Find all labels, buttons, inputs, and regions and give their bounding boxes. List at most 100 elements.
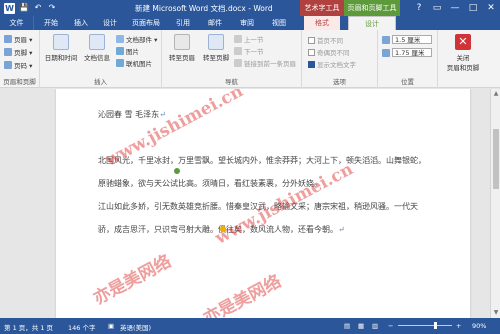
group-position: 1.5 厘米 1.75 厘米 位置 xyxy=(378,30,438,88)
tab-format[interactable]: 格式 xyxy=(304,16,340,30)
group-label-header-footer: 页眉和页脚 xyxy=(3,78,36,86)
picture-icon xyxy=(116,47,124,55)
tab-references[interactable]: 引用 xyxy=(168,16,198,30)
group-insert: 日期和时间 文档信息 文档部件 ▾ 图片 联机图片 插入 xyxy=(40,30,162,88)
poem-line-1[interactable]: 北国风光，千里冰封，万里雪飘。望长城内外，惟余莽莽；大河上下，顿失滔滔。山舞银蛇… xyxy=(98,155,426,166)
header-position-field[interactable]: 1.5 厘米 xyxy=(382,35,432,44)
tab-page-layout[interactable]: 页面布局 xyxy=(126,16,166,30)
title-bar: W 💾 ↶ ↷ 新建 Microsoft Word 文档.docx - Word… xyxy=(0,0,500,16)
page-number-icon xyxy=(4,61,12,69)
ribbon-display-button[interactable]: ▭ xyxy=(428,0,446,16)
different-first-page-checkbox[interactable]: 首页不同 xyxy=(308,35,343,45)
link-to-previous-button[interactable]: 链接到前一条页眉 xyxy=(234,58,296,68)
goto-footer-button[interactable]: 转至页脚 xyxy=(200,34,232,62)
group-label-navigation: 导航 xyxy=(225,78,238,86)
link-icon xyxy=(234,59,242,67)
previous-icon xyxy=(234,35,242,43)
goto-footer-icon xyxy=(208,34,224,50)
web-layout-icon[interactable]: ▥ xyxy=(372,322,378,330)
zoom-in-icon[interactable]: + xyxy=(456,322,461,330)
paragraph-mark: ↵ xyxy=(338,225,345,234)
header-dropdown[interactable]: 页眉 ▾ xyxy=(4,34,32,44)
group-label-insert: 插入 xyxy=(94,78,107,86)
group-options: 首页不同 奇偶页不同 显示文档文字 选项 xyxy=(302,30,378,88)
maximize-button[interactable]: □ xyxy=(464,0,482,16)
footer-dropdown[interactable]: 页脚 ▾ xyxy=(4,47,32,57)
header-position-icon xyxy=(382,35,390,44)
previous-section-button[interactable]: 上一节 xyxy=(234,34,264,44)
tab-home[interactable]: 开始 xyxy=(36,16,66,30)
online-picture-icon xyxy=(116,59,124,67)
paragraph-mark: ↵ xyxy=(159,110,166,119)
scroll-thumb[interactable] xyxy=(493,129,499,189)
wordart-rotate-handle[interactable] xyxy=(174,168,180,174)
page-number-dropdown[interactable]: 页码 ▾ xyxy=(4,60,32,70)
poem-line-2[interactable]: 原驰蜡象，欲与天公试比高。须晴日，看红装素裹，分外妖娆。 xyxy=(98,178,322,189)
datetime-button[interactable]: 日期和时间 xyxy=(44,34,78,62)
tab-file[interactable]: 文件 xyxy=(0,16,34,30)
zoom-slider[interactable] xyxy=(398,325,452,326)
window-title: 新建 Microsoft Word 文档.docx - Word xyxy=(135,4,273,13)
group-navigation: 转至页眉 转至页脚 上一节 下一节 链接到前一条页眉 导航 xyxy=(162,30,302,88)
header-position-input[interactable]: 1.5 厘米 xyxy=(392,35,432,44)
undo-icon[interactable]: ↶ xyxy=(33,3,43,13)
tab-insert[interactable]: 插入 xyxy=(66,16,96,30)
status-bar: 第 1 页，共 1 页 146 个字 ▣ 英语(美国) ▤ ▦ ▥ − + 90… xyxy=(0,318,500,334)
goto-header-button[interactable]: 转至页眉 xyxy=(166,34,198,62)
close-header-footer-button[interactable]: ✕ 关闭 页眉和页脚 xyxy=(440,34,486,72)
docinfo-button[interactable]: 文档信息 xyxy=(82,34,112,62)
doc-parts-dropdown[interactable]: 文档部件 ▾ xyxy=(116,34,157,44)
ribbon-tab-row: 文件 开始 插入 设计 页面布局 引用 邮件 审阅 视图 格式 设计 xyxy=(0,16,500,30)
group-label-position: 位置 xyxy=(401,78,414,86)
page-count[interactable]: 第 1 页，共 1 页 xyxy=(4,322,53,332)
online-pictures-button[interactable]: 联机图片 xyxy=(116,58,152,68)
zoom-slider-knob[interactable] xyxy=(434,322,437,329)
group-label-options: 选项 xyxy=(333,78,346,86)
show-document-text-checkbox[interactable]: 显示文档文字 xyxy=(308,59,356,69)
print-layout-icon[interactable]: ▦ xyxy=(358,322,364,330)
header-icon xyxy=(4,35,12,43)
ribbon: 页眉 ▾ 页脚 ▾ 页码 ▾ 页眉和页脚 日期和时间 文档信息 文档部件 ▾ 图… xyxy=(0,30,500,88)
footer-position-icon xyxy=(382,48,390,57)
document-area[interactable]: 沁园春 雪 毛泽东↵ 北国风光，千里冰封，万里雪飘。望长城内外，惟余莽莽；大河上… xyxy=(0,89,490,318)
save-icon[interactable]: 💾 xyxy=(19,3,29,13)
tab-header-footer-design[interactable]: 设计 xyxy=(348,16,396,30)
checkbox-box xyxy=(308,60,315,68)
group-header-footer: 页眉 ▾ 页脚 ▾ 页码 ▾ 页眉和页脚 xyxy=(0,30,40,88)
quick-access-toolbar: W 💾 ↶ ↷ xyxy=(4,3,57,14)
group-close: ✕ 关闭 页眉和页脚 xyxy=(438,30,488,88)
different-odd-even-checkbox[interactable]: 奇偶页不同 xyxy=(308,47,350,57)
poem-title-line[interactable]: 沁园春 雪 毛泽东↵ xyxy=(98,109,166,120)
scroll-up-icon[interactable]: ▲ xyxy=(491,89,500,99)
minimize-button[interactable]: — xyxy=(446,0,464,16)
read-mode-icon[interactable]: ▤ xyxy=(344,322,350,330)
pictures-button[interactable]: 图片 xyxy=(116,46,139,56)
doc-parts-icon xyxy=(116,35,124,43)
footer-icon xyxy=(4,48,12,56)
footer-position-field[interactable]: 1.75 厘米 xyxy=(382,48,432,57)
document-info-icon xyxy=(89,34,105,50)
tab-design[interactable]: 设计 xyxy=(96,16,124,30)
header-footer-tools-context-label: 页眉和页脚工具 xyxy=(344,0,400,16)
footer-position-input[interactable]: 1.75 厘米 xyxy=(392,48,432,57)
proofing-icon[interactable]: ▣ xyxy=(108,322,114,330)
language-indicator[interactable]: 英语(美国) xyxy=(120,322,151,332)
vertical-scrollbar[interactable]: ▲ ▼ xyxy=(490,89,500,318)
checkbox-box xyxy=(308,36,315,44)
goto-header-icon xyxy=(174,34,190,50)
next-section-button[interactable]: 下一节 xyxy=(234,46,264,56)
tab-mailings[interactable]: 邮件 xyxy=(200,16,230,30)
zoom-level[interactable]: 90% xyxy=(472,322,486,330)
zoom-out-icon[interactable]: − xyxy=(388,322,393,330)
word-app-icon[interactable]: W xyxy=(4,3,15,14)
close-x-icon: ✕ xyxy=(455,34,471,50)
tab-review[interactable]: 审阅 xyxy=(232,16,262,30)
word-count[interactable]: 146 个字 xyxy=(68,322,95,332)
scroll-down-icon[interactable]: ▼ xyxy=(491,308,500,318)
redo-icon[interactable]: ↷ xyxy=(47,3,57,13)
tab-view[interactable]: 视图 xyxy=(264,16,294,30)
help-button[interactable]: ? xyxy=(410,0,428,16)
calendar-icon xyxy=(53,34,69,50)
close-window-button[interactable]: ✕ xyxy=(482,0,500,16)
next-icon xyxy=(234,47,242,55)
